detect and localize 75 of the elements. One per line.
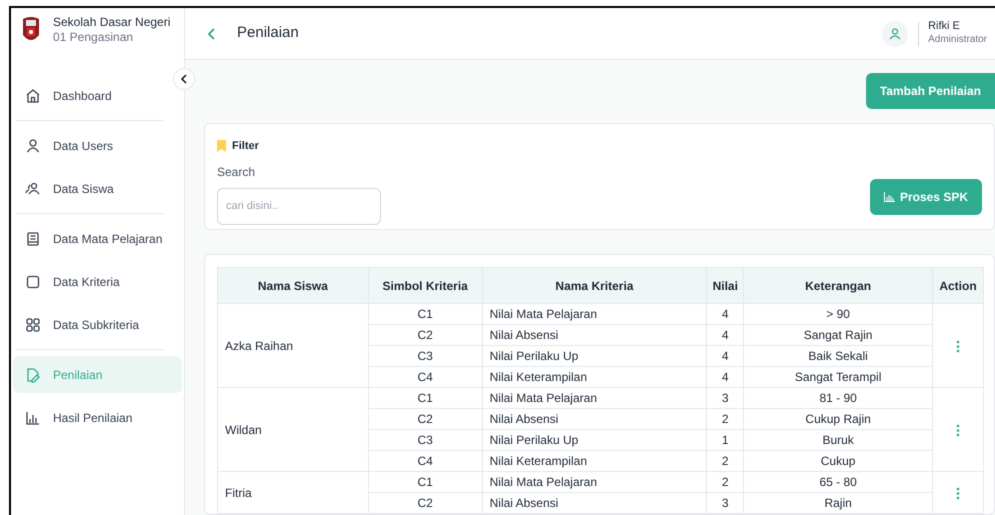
nav-item[interactable]: Dashboard bbox=[13, 77, 182, 114]
column-header: Keterangan bbox=[744, 268, 932, 304]
table-cell: 81 - 90 bbox=[744, 388, 932, 408]
nav-item[interactable]: Data Subkriteria bbox=[13, 306, 182, 343]
table-cell: 3 bbox=[706, 492, 744, 514]
avatar[interactable] bbox=[882, 20, 908, 46]
table-cell: C1 bbox=[368, 388, 482, 408]
table-cell: C2 bbox=[368, 492, 482, 514]
table-cell: C3 bbox=[368, 346, 482, 366]
table-cell: C2 bbox=[368, 324, 482, 346]
user-role: Administrator bbox=[928, 34, 987, 47]
table-cell: 2 bbox=[706, 450, 744, 472]
table-cell: Nilai Keterampilan bbox=[482, 450, 707, 472]
table-cell: 4 bbox=[706, 304, 744, 324]
search-label: Search bbox=[217, 164, 256, 180]
table-cell: 4 bbox=[706, 346, 744, 366]
table-cell: C1 bbox=[368, 304, 482, 324]
document-icon bbox=[25, 230, 41, 246]
more-icon[interactable] bbox=[956, 424, 960, 437]
table-cell: Azka Raihan bbox=[218, 304, 368, 388]
table-cell: Nilai Keterampilan bbox=[482, 366, 707, 388]
filter-title: Filter bbox=[232, 139, 259, 154]
school-branch: 01 Pengasinan bbox=[53, 30, 134, 45]
bookmark-icon bbox=[217, 140, 226, 152]
user-icon bbox=[25, 138, 41, 154]
school-name: Sekolah Dasar Negeri bbox=[53, 15, 170, 30]
table-cell: Fitria bbox=[218, 472, 368, 514]
grid-icon bbox=[25, 316, 41, 332]
table-cell: 65 - 80 bbox=[744, 472, 932, 492]
table-cell: 1 bbox=[706, 430, 744, 450]
collapse-button[interactable] bbox=[173, 68, 195, 90]
table-cell: Nilai Absensi bbox=[482, 324, 707, 346]
column-header: Nama Kriteria bbox=[482, 268, 707, 304]
table-cell: C1 bbox=[368, 472, 482, 492]
nav-item[interactable]: Data Kriteria bbox=[13, 263, 182, 300]
table-cell: Wildan bbox=[218, 388, 368, 472]
back-icon[interactable] bbox=[207, 26, 217, 40]
nav-item[interactable]: Data Mata Pelajaran bbox=[13, 220, 182, 257]
table-cell: 4 bbox=[706, 324, 744, 346]
bar-chart-icon bbox=[884, 192, 895, 202]
table-cell: C4 bbox=[368, 366, 482, 388]
more-icon[interactable] bbox=[956, 340, 960, 353]
column-header: Nilai bbox=[706, 268, 744, 304]
table-cell: Nilai Mata Pelajaran bbox=[482, 472, 707, 492]
chevron-left-icon bbox=[180, 74, 188, 84]
table-cell: 2 bbox=[706, 472, 744, 492]
column-header: Nama Siswa bbox=[218, 268, 368, 304]
edit-icon bbox=[25, 366, 41, 382]
search-field[interactable]: cari disini.. bbox=[217, 188, 381, 224]
nav-item[interactable]: Hasil Penilaian bbox=[13, 399, 182, 436]
column-header: Simbol Kriteria bbox=[368, 268, 482, 304]
table-cell: C2 bbox=[368, 408, 482, 430]
more-icon[interactable] bbox=[956, 486, 960, 500]
table-cell: Nilai Mata Pelajaran bbox=[482, 388, 707, 408]
user-name: Rifki E bbox=[928, 20, 961, 34]
bar-chart-icon bbox=[25, 410, 41, 426]
table-cell: > 90 bbox=[744, 304, 932, 324]
table-cell: C4 bbox=[368, 450, 482, 472]
users-icon bbox=[25, 180, 41, 196]
table-cell: 3 bbox=[706, 388, 744, 408]
table-cell: Nilai Perilaku Up bbox=[482, 430, 707, 450]
table-cell: 4 bbox=[706, 366, 744, 388]
nav-item[interactable]: Data Siswa bbox=[13, 170, 182, 207]
home-icon bbox=[25, 88, 41, 104]
user-icon bbox=[889, 28, 902, 40]
table-cell: C3 bbox=[368, 430, 482, 450]
table-cell: Nilai Absensi bbox=[482, 408, 707, 430]
page-title: Penilaian bbox=[237, 23, 299, 44]
table-cell: Nilai Absensi bbox=[482, 492, 707, 514]
nav-item[interactable]: Data Users bbox=[13, 127, 182, 164]
column-header: Action bbox=[932, 268, 984, 304]
square-icon bbox=[25, 274, 41, 290]
table-cell: Nilai Mata Pelajaran bbox=[482, 304, 707, 324]
table-cell: 2 bbox=[706, 408, 744, 430]
table-cell: Nilai Perilaku Up bbox=[482, 346, 707, 366]
